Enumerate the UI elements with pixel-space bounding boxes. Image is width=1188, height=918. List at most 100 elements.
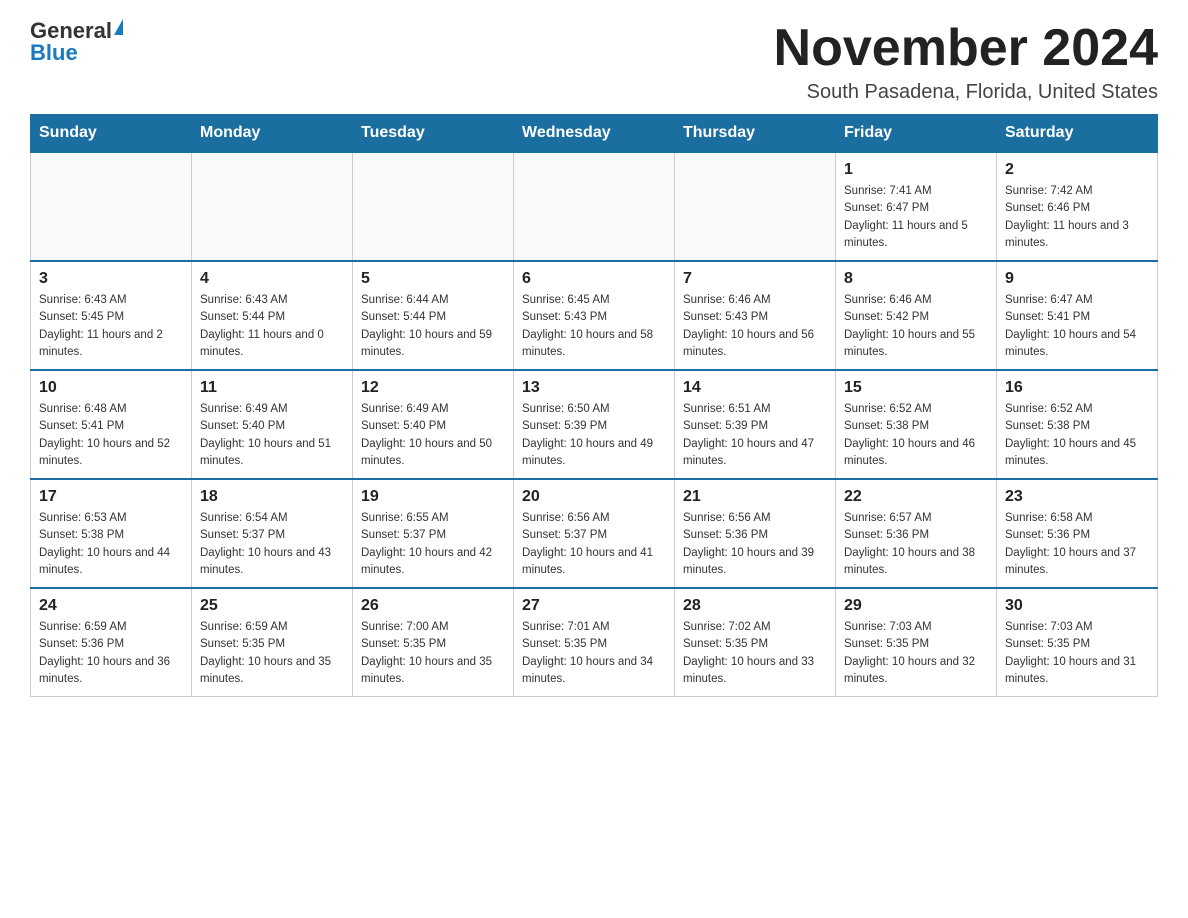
header-day-sunday: Sunday xyxy=(31,114,192,153)
day-number: 14 xyxy=(683,379,827,397)
day-info: Sunrise: 6:59 AM Sunset: 5:36 PM Dayligh… xyxy=(39,619,183,688)
day-number: 20 xyxy=(522,488,666,506)
day-info: Sunrise: 6:56 AM Sunset: 5:36 PM Dayligh… xyxy=(683,510,827,579)
calendar-cell: 6Sunrise: 6:45 AM Sunset: 5:43 PM Daylig… xyxy=(514,261,675,370)
day-number: 18 xyxy=(200,488,344,506)
calendar-cell: 7 Sunrise: 6:46 AM Sunset: 5:43 PM Daylig… xyxy=(675,261,836,370)
header-day-friday: Friday xyxy=(836,114,997,153)
day-info: Sunrise: 6:43 AM Sunset: 5:45 PM Dayligh… xyxy=(39,292,183,361)
day-number: 25 xyxy=(200,597,344,615)
calendar-cell xyxy=(353,153,514,262)
day-info: Sunrise: 6:55 AM Sunset: 5:37 PM Dayligh… xyxy=(361,510,505,579)
day-info: Sunrise: 6:52 AM Sunset: 5:38 PM Dayligh… xyxy=(844,401,988,470)
calendar-cell: 3 Sunrise: 6:43 AM Sunset: 5:45 PM Daylig… xyxy=(31,261,192,370)
calendar-cell: 11 Sunrise: 6:49 AM Sunset: 5:40 PM Dayli… xyxy=(192,370,353,479)
day-number: 5 xyxy=(361,270,505,288)
day-info: Sunrise: 6:53 AM Sunset: 5:38 PM Dayligh… xyxy=(39,510,183,579)
day-number: 17 xyxy=(39,488,183,506)
header-day-saturday: Saturday xyxy=(997,114,1158,153)
calendar-cell: 27Sunrise: 7:01 AM Sunset: 5:35 PM Dayli… xyxy=(514,588,675,697)
day-info: Sunrise: 7:02 AM Sunset: 5:35 PM Dayligh… xyxy=(683,619,827,688)
header-day-wednesday: Wednesday xyxy=(514,114,675,153)
day-number: 24 xyxy=(39,597,183,615)
calendar-cell: 5 Sunrise: 6:44 AM Sunset: 5:44 PM Daylig… xyxy=(353,261,514,370)
logo-general-text: General xyxy=(30,20,112,42)
logo-triangle-icon xyxy=(114,19,123,35)
day-number: 10 xyxy=(39,379,183,397)
calendar-cell: 9 Sunrise: 6:47 AM Sunset: 5:41 PM Daylig… xyxy=(997,261,1158,370)
calendar-cell: 14 Sunrise: 6:51 AM Sunset: 5:39 PM Dayli… xyxy=(675,370,836,479)
day-info: Sunrise: 6:49 AM Sunset: 5:40 PM Dayligh… xyxy=(200,401,344,470)
day-number: 23 xyxy=(1005,488,1149,506)
day-number: 8 xyxy=(844,270,988,288)
calendar-cell: 2 Sunrise: 7:42 AM Sunset: 6:46 PM Daylig… xyxy=(997,153,1158,262)
day-info: Sunrise: 6:46 AM Sunset: 5:43 PM Dayligh… xyxy=(683,292,827,361)
logo: General Blue xyxy=(30,20,123,64)
calendar-cell xyxy=(675,153,836,262)
calendar-cell: 29Sunrise: 7:03 AM Sunset: 5:35 PM Dayli… xyxy=(836,588,997,697)
calendar-cell: 23 Sunrise: 6:58 AM Sunset: 5:36 PM Dayli… xyxy=(997,479,1158,588)
calendar-cell: 18 Sunrise: 6:54 AM Sunset: 5:37 PM Dayli… xyxy=(192,479,353,588)
header-day-monday: Monday xyxy=(192,114,353,153)
day-number: 16 xyxy=(1005,379,1149,397)
day-number: 21 xyxy=(683,488,827,506)
week-row-3: 10 Sunrise: 6:48 AM Sunset: 5:41 PM Dayli… xyxy=(31,370,1158,479)
day-number: 9 xyxy=(1005,270,1149,288)
calendar-cell: 24 Sunrise: 6:59 AM Sunset: 5:36 PM Dayli… xyxy=(31,588,192,697)
day-number: 15 xyxy=(844,379,988,397)
calendar-title: November 2024 xyxy=(774,20,1158,77)
day-info: Sunrise: 6:43 AM Sunset: 5:44 PM Dayligh… xyxy=(200,292,344,361)
day-info: Sunrise: 6:46 AM Sunset: 5:42 PM Dayligh… xyxy=(844,292,988,361)
calendar-header: SundayMondayTuesdayWednesdayThursdayFrid… xyxy=(31,114,1158,153)
day-number: 1 xyxy=(844,161,988,179)
calendar-cell xyxy=(192,153,353,262)
day-number: 12 xyxy=(361,379,505,397)
calendar-cell: 19Sunrise: 6:55 AM Sunset: 5:37 PM Dayli… xyxy=(353,479,514,588)
day-info: Sunrise: 6:51 AM Sunset: 5:39 PM Dayligh… xyxy=(683,401,827,470)
day-number: 11 xyxy=(200,379,344,397)
day-info: Sunrise: 7:41 AM Sunset: 6:47 PM Dayligh… xyxy=(844,183,988,252)
calendar-cell: 4Sunrise: 6:43 AM Sunset: 5:44 PM Daylig… xyxy=(192,261,353,370)
day-info: Sunrise: 7:00 AM Sunset: 5:35 PM Dayligh… xyxy=(361,619,505,688)
week-row-4: 17 Sunrise: 6:53 AM Sunset: 5:38 PM Dayli… xyxy=(31,479,1158,588)
calendar-cell xyxy=(514,153,675,262)
day-number: 2 xyxy=(1005,161,1149,179)
title-section: November 2024 South Pasadena, Florida, U… xyxy=(774,20,1158,104)
calendar-cell: 30 Sunrise: 7:03 AM Sunset: 5:35 PM Dayli… xyxy=(997,588,1158,697)
header-row: SundayMondayTuesdayWednesdayThursdayFrid… xyxy=(31,114,1158,153)
calendar-body: 1 Sunrise: 7:41 AM Sunset: 6:47 PM Daylig… xyxy=(31,153,1158,697)
calendar-cell: 10 Sunrise: 6:48 AM Sunset: 5:41 PM Dayli… xyxy=(31,370,192,479)
logo-blue-text: Blue xyxy=(30,42,78,64)
day-number: 29 xyxy=(844,597,988,615)
day-info: Sunrise: 6:49 AM Sunset: 5:40 PM Dayligh… xyxy=(361,401,505,470)
calendar-cell: 15 Sunrise: 6:52 AM Sunset: 5:38 PM Dayli… xyxy=(836,370,997,479)
day-info: Sunrise: 6:52 AM Sunset: 5:38 PM Dayligh… xyxy=(1005,401,1149,470)
calendar-cell: 22Sunrise: 6:57 AM Sunset: 5:36 PM Dayli… xyxy=(836,479,997,588)
header-day-thursday: Thursday xyxy=(675,114,836,153)
calendar-cell: 21 Sunrise: 6:56 AM Sunset: 5:36 PM Dayli… xyxy=(675,479,836,588)
day-info: Sunrise: 6:56 AM Sunset: 5:37 PM Dayligh… xyxy=(522,510,666,579)
calendar-cell: 13Sunrise: 6:50 AM Sunset: 5:39 PM Dayli… xyxy=(514,370,675,479)
calendar-subtitle: South Pasadena, Florida, United States xyxy=(774,81,1158,104)
week-row-2: 3 Sunrise: 6:43 AM Sunset: 5:45 PM Daylig… xyxy=(31,261,1158,370)
day-info: Sunrise: 7:03 AM Sunset: 5:35 PM Dayligh… xyxy=(1005,619,1149,688)
day-info: Sunrise: 6:54 AM Sunset: 5:37 PM Dayligh… xyxy=(200,510,344,579)
day-number: 6 xyxy=(522,270,666,288)
calendar-cell: 26Sunrise: 7:00 AM Sunset: 5:35 PM Dayli… xyxy=(353,588,514,697)
day-info: Sunrise: 6:59 AM Sunset: 5:35 PM Dayligh… xyxy=(200,619,344,688)
page-header: General Blue November 2024 South Pasaden… xyxy=(30,20,1158,104)
calendar-cell: 28Sunrise: 7:02 AM Sunset: 5:35 PM Dayli… xyxy=(675,588,836,697)
calendar-cell xyxy=(31,153,192,262)
day-info: Sunrise: 6:47 AM Sunset: 5:41 PM Dayligh… xyxy=(1005,292,1149,361)
day-number: 3 xyxy=(39,270,183,288)
week-row-5: 24 Sunrise: 6:59 AM Sunset: 5:36 PM Dayli… xyxy=(31,588,1158,697)
day-number: 22 xyxy=(844,488,988,506)
day-info: Sunrise: 6:44 AM Sunset: 5:44 PM Dayligh… xyxy=(361,292,505,361)
day-number: 30 xyxy=(1005,597,1149,615)
day-info: Sunrise: 6:48 AM Sunset: 5:41 PM Dayligh… xyxy=(39,401,183,470)
day-info: Sunrise: 6:58 AM Sunset: 5:36 PM Dayligh… xyxy=(1005,510,1149,579)
calendar-cell: 1 Sunrise: 7:41 AM Sunset: 6:47 PM Daylig… xyxy=(836,153,997,262)
calendar-cell: 16 Sunrise: 6:52 AM Sunset: 5:38 PM Dayli… xyxy=(997,370,1158,479)
day-info: Sunrise: 7:42 AM Sunset: 6:46 PM Dayligh… xyxy=(1005,183,1149,252)
day-number: 7 xyxy=(683,270,827,288)
